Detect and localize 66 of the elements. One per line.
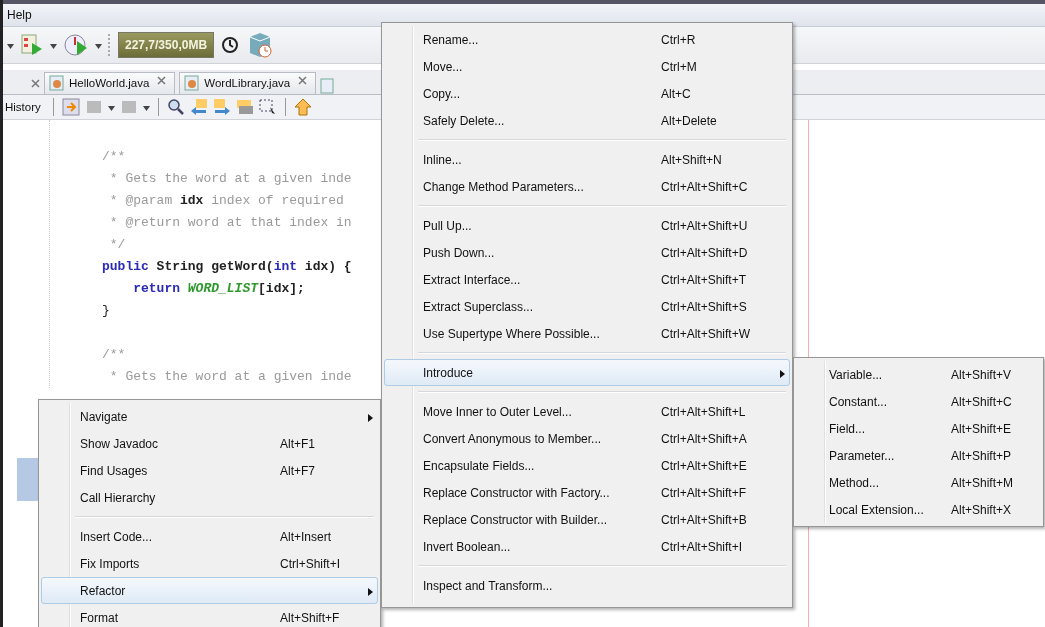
menu-item[interactable]: Extract Interface... Ctrl+Alt+Shift+T (384, 266, 790, 293)
selection-icon[interactable] (258, 98, 277, 116)
history-tab[interactable]: History (5, 101, 45, 113)
code-line: * Gets the word at a given inde (108, 171, 352, 186)
memory-meter-button[interactable]: 227,7/350,0MB (118, 32, 215, 58)
menu-item[interactable]: Use Supertype Where Possible... Ctrl+Alt+Shift+W (384, 320, 790, 347)
menu-item[interactable]: Encapsulate Fields... Ctrl+Alt+Shift+E (384, 452, 790, 479)
editor-tab[interactable]: HelloWorld.java (44, 72, 176, 94)
code-line: public String getWord(int idx) { (102, 259, 352, 274)
menu-item[interactable]: Fix Imports Ctrl+Shift+I (41, 550, 378, 577)
menu-item[interactable]: Help (7, 8, 32, 22)
menu-item[interactable]: Pull Up... Ctrl+Alt+Shift+U (384, 212, 790, 239)
menu-item[interactable]: Parameter... Alt+Shift+P (796, 442, 1041, 469)
java-file-icon (184, 75, 201, 91)
menu-item[interactable]: Change Method Parameters... Ctrl+Alt+Shift+C (384, 173, 790, 200)
code-line: /** (102, 149, 126, 164)
search-icon[interactable] (166, 98, 185, 116)
menu-item[interactable]: Introduce (384, 359, 790, 386)
caret-icon[interactable] (50, 43, 57, 49)
last-edit-icon[interactable] (61, 98, 80, 116)
menu-item[interactable]: Copy... Alt+C (384, 80, 790, 107)
menu-item[interactable]: Find Usages Alt+F7 (41, 457, 378, 484)
menu-item[interactable]: Inspect and Transform... (384, 572, 790, 599)
menu-item[interactable]: Refactor (41, 577, 378, 604)
editor-tab[interactable]: WordLibrary.java (179, 72, 317, 94)
caret-icon[interactable] (107, 105, 115, 111)
menu-item[interactable]: Insert Code... Alt+Insert (41, 523, 378, 550)
menu-item[interactable]: Show Javadoc Alt+F1 (41, 430, 378, 457)
menu-item[interactable]: Rename... Ctrl+R (384, 26, 790, 53)
menu-item[interactable]: Move... Ctrl+M (384, 53, 790, 80)
close-icon[interactable] (31, 79, 40, 88)
caret-icon[interactable] (7, 43, 14, 49)
code-line: */ (108, 237, 126, 252)
menu-item[interactable]: Constant... Alt+Shift+C (796, 388, 1041, 415)
menu-item[interactable]: Navigate (41, 403, 378, 430)
close-icon[interactable] (157, 75, 167, 85)
caret-icon[interactable] (95, 43, 102, 49)
code-line: return WORD_LIST[idx]; (133, 281, 305, 296)
menu-item[interactable]: Call Hierarchy (41, 484, 378, 511)
code-line: * @return word at that index in (108, 215, 352, 230)
find-next-icon[interactable] (212, 98, 231, 116)
menu-item[interactable]: Push Down... Ctrl+Alt+Shift+D (384, 239, 790, 266)
close-icon[interactable] (298, 75, 308, 85)
code-line: * @param idx index of required (108, 193, 344, 208)
menu-item[interactable]: Move Inner to Outer Level... Ctrl+Alt+Shift+L (384, 398, 790, 425)
run-config-icon[interactable] (20, 33, 44, 57)
menu-item[interactable]: Variable... Alt+Shift+V (796, 361, 1041, 388)
menu-item[interactable]: Format Alt+Shift+F (41, 604, 378, 627)
menu-item[interactable]: Replace Constructor with Builder... Ctrl+Alt+Shift+B (384, 506, 790, 533)
code-line: /** (102, 347, 126, 362)
menu-item[interactable]: Field... Alt+Shift+E (796, 415, 1041, 442)
menu-item[interactable]: Invert Boolean... Ctrl+Alt+Shift+I (384, 533, 790, 560)
menu-item[interactable]: Safely Delete... Alt+Delete (384, 107, 790, 134)
menu-item[interactable]: Inline... Alt+Shift+N (384, 146, 790, 173)
code-line: * Gets the word at a given inde (108, 369, 352, 384)
menu-item[interactable]: Local Extension... Alt+Shift+X (796, 496, 1041, 523)
java-file-icon (49, 75, 65, 91)
menu-item[interactable]: Replace Constructor with Factory... Ctrl+Alt+Shift+F (384, 479, 790, 506)
menu-item[interactable]: Extract Superclass... Ctrl+Alt+Shift+S (384, 293, 790, 320)
code-line: } (102, 303, 110, 318)
menu-item[interactable]: Convert Anonymous to Member... Ctrl+Alt+Shift+A (384, 425, 790, 452)
profile-icon[interactable] (63, 32, 89, 58)
caret-icon[interactable] (142, 105, 150, 111)
highlight-icon[interactable] (235, 98, 254, 116)
up-arrow-icon[interactable] (293, 98, 312, 116)
menu-item[interactable]: Method... Alt+Shift+M (796, 469, 1041, 496)
